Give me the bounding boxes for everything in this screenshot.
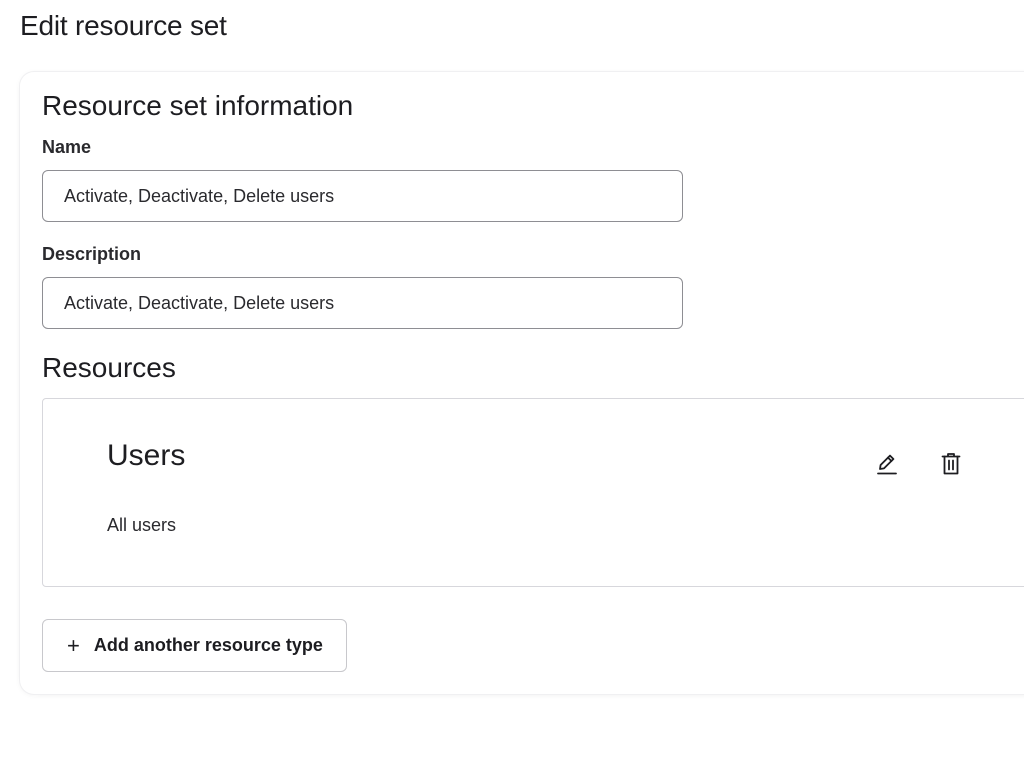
delete-resource-button[interactable] (936, 449, 966, 479)
trash-icon (941, 453, 961, 475)
resource-item-users: Users All users (42, 398, 1024, 587)
plus-icon: + (67, 632, 80, 658)
resource-set-card: Resource set information Name Descriptio… (20, 72, 1024, 694)
description-label: Description (42, 244, 142, 264)
pencil-icon (877, 454, 897, 475)
page-title: Edit resource set (20, 10, 227, 41)
add-resource-type-button[interactable]: + Add another resource type (42, 619, 347, 672)
section-title-resources: Resources (42, 352, 176, 383)
add-resource-type-label: Add another resource type (93, 635, 323, 655)
resource-description: All users (107, 515, 177, 535)
section-title-info: Resource set information (42, 90, 354, 121)
edit-resource-button[interactable] (872, 449, 902, 479)
resource-name: Users (107, 439, 186, 472)
name-label: Name (42, 137, 92, 157)
name-input[interactable] (42, 170, 683, 222)
description-input[interactable] (42, 277, 683, 329)
